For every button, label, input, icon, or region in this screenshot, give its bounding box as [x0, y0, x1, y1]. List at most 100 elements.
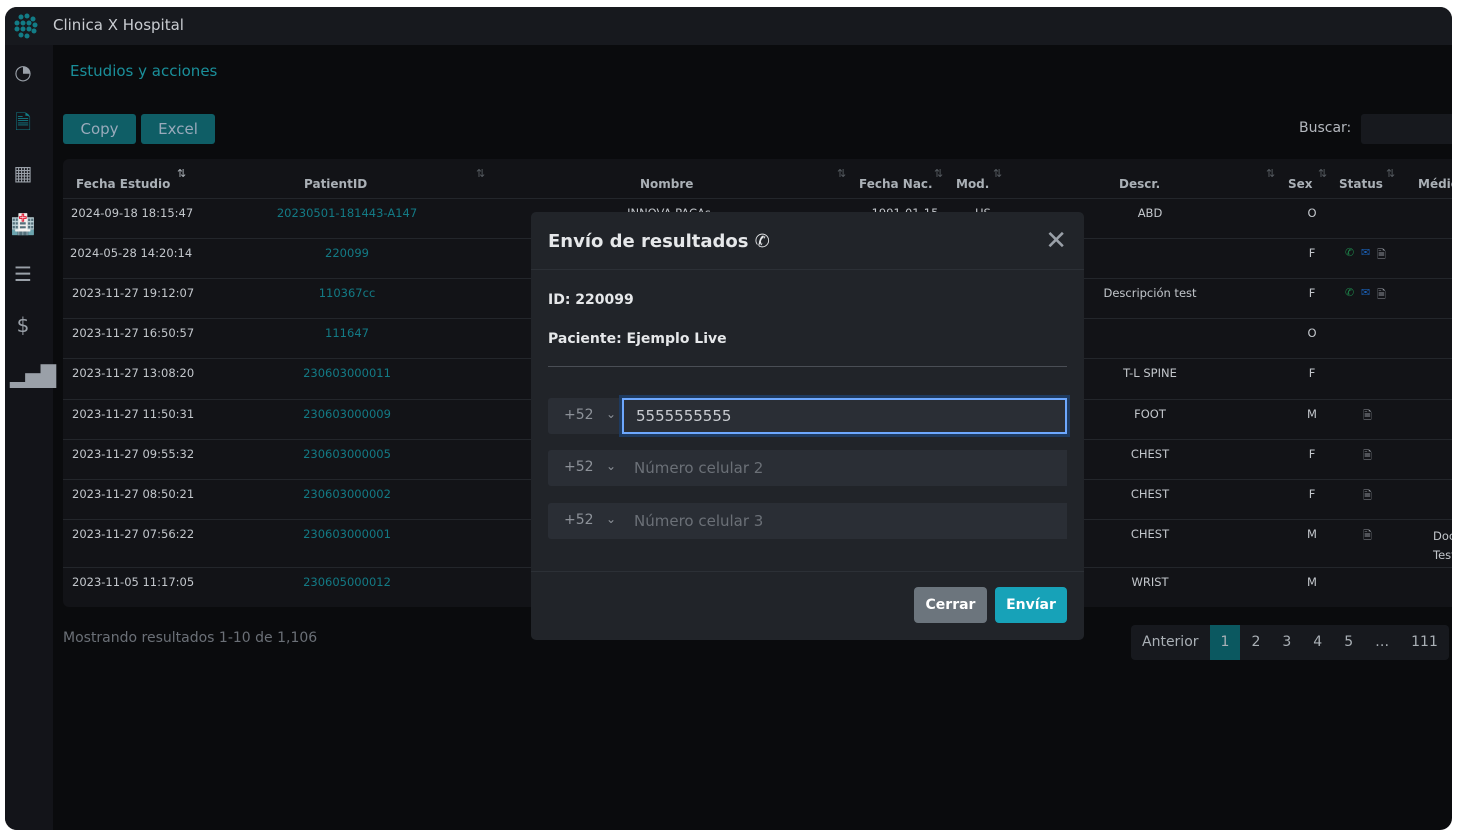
whatsapp-icon[interactable]: ✆ — [1345, 286, 1354, 299]
logo-icon — [14, 13, 38, 39]
sort-icon[interactable]: ⇅ — [1386, 167, 1395, 180]
chevron-down-icon[interactable]: ⌄ — [606, 407, 616, 421]
cell-fecha-estudio: 2024-05-28 14:20:14 — [70, 246, 193, 260]
cell-fecha-estudio: 2023-11-05 11:17:05 — [72, 575, 195, 589]
whatsapp-icon[interactable]: ✆ — [1345, 246, 1354, 259]
cell-sex: O — [1307, 206, 1317, 220]
cell-sex: F — [1308, 286, 1316, 300]
cerrar-button[interactable]: Cerrar — [914, 587, 987, 623]
col-medico[interactable]: Médic — [1418, 177, 1452, 191]
sort-icon[interactable]: ⇅ — [993, 167, 1002, 180]
country-code-select[interactable]: +52 — [564, 407, 594, 423]
copy-button[interactable]: Copy — [63, 114, 136, 144]
divider — [531, 571, 1084, 572]
search-input[interactable] — [1361, 114, 1452, 144]
phone-row-3: +52 ⌄ — [548, 503, 1067, 539]
hospital-icon[interactable]: 🏥 — [10, 211, 36, 237]
country-code-select[interactable]: +52 — [564, 459, 594, 475]
email-icon[interactable]: ✉ — [1361, 286, 1370, 299]
chevron-down-icon[interactable]: ⌄ — [606, 512, 616, 526]
study-id: ID: 220099 — [548, 292, 634, 308]
sort-icon[interactable]: ⇅ — [934, 167, 943, 180]
divider — [548, 366, 1067, 367]
phone-input-2[interactable] — [622, 450, 1067, 486]
cell-sex: M — [1307, 575, 1317, 589]
sort-icon[interactable]: ⇅ — [1318, 167, 1327, 180]
cell-patientid[interactable]: 230605000012 — [303, 575, 391, 589]
sort-icon[interactable]: ⇅ — [177, 167, 186, 180]
sort-icon[interactable]: ⇅ — [837, 167, 846, 180]
phone-row-2: +52 ⌄ — [548, 450, 1067, 486]
col-descr[interactable]: Descr. — [1119, 177, 1160, 191]
whatsapp-icon: ✆ — [754, 231, 770, 252]
page-button[interactable]: 1 — [1209, 625, 1241, 660]
pagination: Anterior 1 2 3 4 5 … 111 — [1131, 625, 1449, 660]
cell-sex: M — [1307, 527, 1317, 541]
cell-descr: T-L SPINE — [1123, 366, 1177, 380]
dashboard-icon[interactable]: ◔ — [10, 59, 36, 85]
col-nombre[interactable]: Nombre — [640, 177, 693, 191]
calendar-icon[interactable]: ▦ — [10, 160, 36, 186]
page-button[interactable]: 4 — [1302, 625, 1333, 660]
document-check-icon[interactable]: 🗎 — [1363, 407, 1372, 426]
phone-row-1: +52 ⌄ — [548, 398, 1067, 434]
cell-sex: F — [1308, 487, 1316, 501]
cell-patientid[interactable]: 220099 — [325, 246, 369, 260]
sort-icon[interactable]: ⇅ — [1266, 167, 1275, 180]
email-icon[interactable]: ✉ — [1361, 246, 1370, 259]
page-button[interactable]: 5 — [1333, 625, 1364, 660]
sidebar: ◔ 🗎 ▦ 🏥 ☰ $ ▂▅█ — [5, 45, 56, 830]
cell-patientid[interactable]: 230603000009 — [303, 407, 391, 421]
cell-sex: F — [1308, 246, 1316, 260]
cell-fecha-estudio: 2023-11-27 11:50:31 — [72, 407, 195, 421]
country-code-select[interactable]: +52 — [564, 512, 594, 528]
document-check-icon[interactable]: 🗎 — [1377, 246, 1386, 265]
col-sex[interactable]: Sex — [1288, 177, 1313, 191]
cell-descr: CHEST — [1130, 527, 1170, 541]
dollar-icon[interactable]: $ — [10, 312, 36, 338]
page-button[interactable]: 2 — [1240, 625, 1271, 660]
page-ellipsis: … — [1375, 634, 1390, 650]
close-icon[interactable]: ✕ — [1045, 226, 1067, 256]
phone-input-1[interactable] — [622, 398, 1067, 434]
cell-sex: F — [1308, 447, 1316, 461]
chevron-down-icon[interactable]: ⌄ — [606, 459, 616, 473]
bar-chart-icon[interactable]: ▂▅█ — [10, 363, 56, 389]
cell-descr: CHEST — [1130, 487, 1170, 501]
cell-patientid[interactable]: 110367cc — [319, 286, 376, 300]
cell-patientid[interactable]: 230603000011 — [303, 366, 391, 380]
document-check-icon[interactable]: 🗎 — [1363, 487, 1372, 506]
document-check-icon[interactable]: 🗎 — [1363, 527, 1372, 546]
send-results-modal: Envío de resultados ✆ ✕ ID: 220099 Pacie… — [531, 212, 1084, 640]
prev-page-button[interactable]: Anterior — [1131, 625, 1210, 660]
col-fecha-nac[interactable]: Fecha Nac. — [859, 177, 933, 191]
sort-icon[interactable]: ⇅ — [476, 167, 485, 180]
cell-sex: M — [1307, 407, 1317, 421]
patient-name: Paciente: Ejemplo Live — [548, 331, 727, 347]
cell-descr: WRIST — [1131, 575, 1169, 589]
document-check-icon[interactable]: 🗎 — [1363, 447, 1372, 466]
page-button[interactable]: 3 — [1271, 625, 1302, 660]
page-button[interactable]: 111 — [1400, 625, 1449, 660]
cell-patientid[interactable]: 111647 — [325, 326, 369, 340]
cell-medico: Doc Test — [1433, 529, 1452, 562]
phone-input-3[interactable] — [622, 503, 1067, 539]
cell-patientid[interactable]: 230603000005 — [303, 447, 391, 461]
document-check-icon[interactable]: 🗎 — [1377, 286, 1386, 305]
cell-patientid[interactable]: 20230501-181443-A147 — [277, 206, 417, 220]
col-fecha-estudio[interactable]: Fecha Estudio — [76, 177, 170, 191]
col-status[interactable]: Status — [1339, 177, 1383, 191]
enviar-button[interactable]: Envíar — [995, 587, 1067, 623]
search-label: Buscar: — [1299, 120, 1352, 136]
list-icon[interactable]: ☰ — [10, 261, 36, 287]
cell-fecha-estudio: 2023-11-27 09:55:32 — [72, 447, 195, 461]
cell-descr: Descripción test — [1103, 286, 1197, 300]
cell-patientid[interactable]: 230603000002 — [303, 487, 391, 501]
studies-document-icon[interactable]: 🗎 — [10, 109, 36, 135]
cell-fecha-estudio: 2023-11-27 08:50:21 — [72, 487, 195, 501]
app-title: Clinica X Hospital — [53, 16, 184, 34]
col-mod[interactable]: Mod. — [956, 177, 989, 191]
col-patientid[interactable]: PatientID — [304, 177, 367, 191]
excel-button[interactable]: Excel — [141, 114, 215, 144]
cell-patientid[interactable]: 230603000001 — [303, 527, 391, 541]
